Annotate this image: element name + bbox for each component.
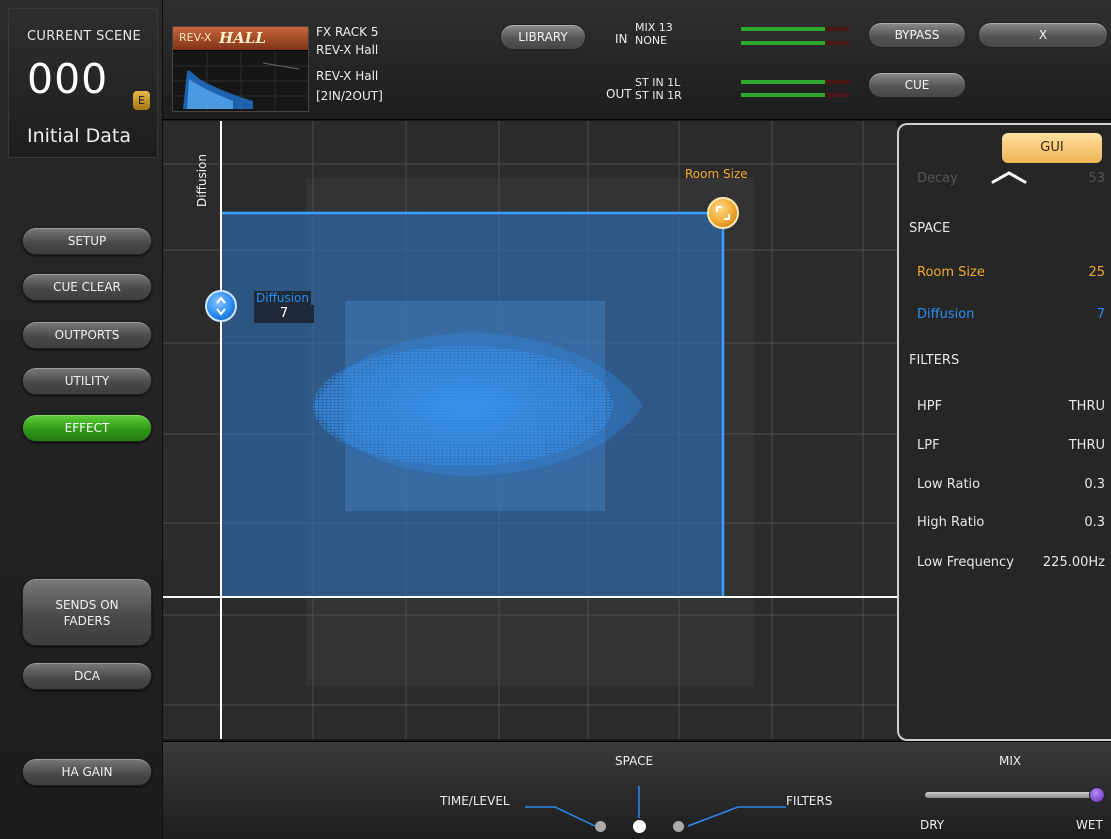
room-size-handle[interactable] — [707, 197, 739, 229]
wet-label: WET — [1076, 818, 1103, 832]
thumbnail-banner: REV-X HALL — [173, 27, 308, 51]
param-name: High Ratio — [917, 515, 985, 530]
diffusion-handle-label: Diffusion — [254, 291, 311, 305]
filters-section-header: FILTERS — [909, 353, 960, 368]
out-meter-1 — [741, 80, 849, 84]
in-label: IN — [615, 32, 628, 46]
close-button[interactable]: X — [978, 22, 1108, 48]
param-name: Room Size — [917, 265, 985, 280]
room-size-label: Room Size — [685, 167, 748, 181]
resize-arrows-icon — [716, 206, 730, 220]
param-row-low-frequency[interactable]: Low Frequency 225.00Hz — [899, 545, 1111, 582]
param-row-hpf[interactable]: HPF THRU — [899, 389, 1111, 426]
scroll-hint-value: 53 — [1088, 171, 1105, 186]
space-graph[interactable]: Diffusion Room Size Diffusion 7 — [163, 121, 897, 739]
scene-number: 000 — [27, 55, 109, 103]
thumbnail-graph-icon — [173, 51, 308, 111]
fx-rack-label: FX RACK 5 — [316, 25, 379, 39]
effect-name: REV-X Hall — [316, 43, 379, 57]
effect-header: REV-X HALL FX RACK 5 REV-X Hall REV-X Ha… — [163, 0, 1111, 120]
out-meter-2 — [741, 93, 849, 97]
page-dot-space[interactable] — [633, 820, 646, 833]
param-value: 0.3 — [1084, 515, 1105, 530]
space-graph-canvas — [163, 121, 897, 739]
dca-button[interactable]: DCA — [22, 662, 152, 690]
effect-thumbnail[interactable]: REV-X HALL — [172, 26, 309, 112]
param-row-high-ratio[interactable]: High Ratio 0.3 — [899, 505, 1111, 542]
in-source-1: MIX 13 — [635, 21, 673, 34]
parameter-panel[interactable]: GUI Decay 53 SPACE Room Size 25 Diffusio… — [897, 123, 1111, 741]
scroll-hint-param: Decay — [917, 171, 958, 186]
out-label: OUT — [606, 87, 632, 101]
bypass-button[interactable]: BYPASS — [868, 22, 966, 48]
param-name: LPF — [917, 438, 940, 453]
out-source-1: ST IN 1L — [635, 76, 681, 89]
dry-label: DRY — [920, 818, 945, 832]
scroll-up-icon[interactable] — [989, 169, 1029, 185]
current-scene-box[interactable]: CURRENT SCENE 000 E Initial Data — [8, 8, 158, 158]
page-dot-time-level[interactable] — [595, 821, 606, 832]
setup-button[interactable]: SETUP — [22, 227, 152, 255]
diffusion-handle-value: 7 — [254, 305, 314, 323]
mix-label: MIX — [999, 754, 1022, 768]
param-name: HPF — [917, 399, 943, 414]
mix-slider[interactable] — [925, 787, 1105, 803]
in-meter-1 — [741, 27, 849, 31]
effect-type: REV-X Hall — [316, 69, 379, 83]
in-source-2: NONE — [635, 34, 668, 47]
cue-clear-button[interactable]: CUE CLEAR — [22, 273, 152, 301]
page-dot-filters[interactable] — [673, 821, 684, 832]
param-value: 225.00Hz — [1042, 555, 1105, 570]
ha-gain-button[interactable]: HA GAIN — [22, 758, 152, 786]
library-button[interactable]: LIBRARY — [500, 24, 586, 50]
vertical-arrows-icon — [216, 296, 226, 316]
param-value: 25 — [1088, 265, 1105, 280]
effect-button[interactable]: EFFECT — [22, 414, 152, 442]
mix-slider-knob[interactable] — [1089, 787, 1105, 803]
param-value: THRU — [1068, 399, 1105, 414]
page-navigator: SPACE TIME/LEVEL FILTERS MIX DRY WET — [163, 741, 1111, 839]
gui-button[interactable]: GUI — [1002, 133, 1102, 163]
param-row-diffusion[interactable]: Diffusion 7 — [899, 297, 1111, 334]
cue-button[interactable]: CUE — [868, 72, 966, 98]
diffusion-handle[interactable] — [205, 290, 237, 322]
outports-button[interactable]: OUTPORTS — [22, 321, 152, 349]
y-axis-label: Diffusion — [195, 154, 209, 207]
param-value: 7 — [1096, 307, 1105, 322]
scene-edit-badge: E — [133, 91, 150, 110]
thumbnail-brand: REV-X — [179, 31, 212, 44]
in-meter-2 — [741, 41, 849, 45]
current-scene-label: CURRENT SCENE — [27, 29, 142, 44]
param-row-room-size[interactable]: Room Size 25 — [899, 255, 1111, 292]
utility-button[interactable]: UTILITY — [22, 367, 152, 395]
thumbnail-title: HALL — [219, 29, 266, 47]
param-name: Low Frequency — [917, 555, 1014, 570]
sends-on-faders-button[interactable]: SENDS ON FADERS — [22, 578, 152, 646]
scene-name: Initial Data — [27, 125, 131, 147]
param-name: Low Ratio — [917, 477, 981, 492]
param-name: Diffusion — [917, 307, 975, 322]
param-row-low-ratio[interactable]: Low Ratio 0.3 — [899, 467, 1111, 504]
param-row-lpf[interactable]: LPF THRU — [899, 428, 1111, 465]
io-config: [2IN/2OUT] — [316, 89, 383, 103]
param-value: 0.3 — [1084, 477, 1105, 492]
out-source-2: ST IN 1R — [635, 89, 682, 102]
space-section-header: SPACE — [909, 221, 951, 236]
left-sidebar: CURRENT SCENE 000 E Initial Data SETUP C… — [0, 0, 163, 839]
param-value: THRU — [1068, 438, 1105, 453]
